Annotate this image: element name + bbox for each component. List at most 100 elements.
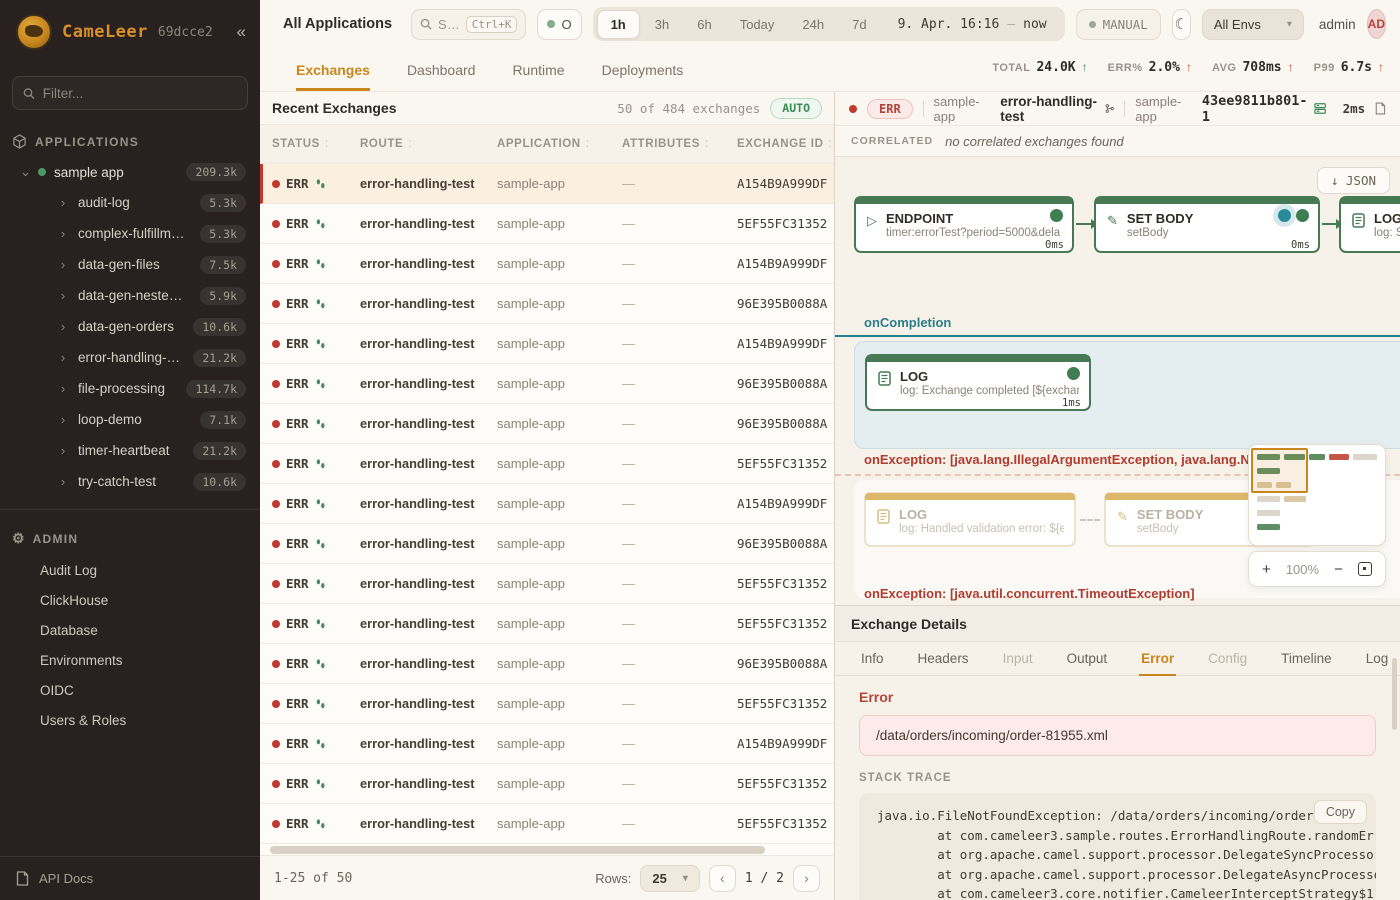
sidebar-route-audit-log[interactable]: ›audit-log5.3k (0, 187, 260, 218)
zoom-in-button[interactable]: + (1262, 561, 1271, 578)
date-range-display[interactable]: 9. Apr. 16:16 – now (882, 17, 1061, 32)
table-row[interactable]: ERRerror-handling-testsample-app—5EF55FC… (260, 564, 834, 604)
sidebar-item-database[interactable]: Database (0, 615, 260, 645)
global-search[interactable]: S… Ctrl+K (411, 9, 526, 40)
flow-node-log[interactable]: LOG log: Sta (1339, 196, 1400, 253)
time-range-24h[interactable]: 24h (789, 11, 837, 38)
flow-node-setbody[interactable]: ✎ SET BODY setBody 0ms (1094, 196, 1320, 253)
auto-refresh-badge[interactable]: AUTO (770, 98, 822, 119)
detail-tab-error[interactable]: Error (1139, 642, 1176, 676)
sidebar-item-environments[interactable]: Environments (0, 645, 260, 675)
exchange-id-cell: 96E395B0088A (737, 376, 834, 391)
rows-per-page-select[interactable]: 25 ▾ (640, 865, 700, 892)
table-row[interactable]: ERRerror-handling-testsample-app—A154B9A… (260, 724, 834, 764)
avatar[interactable]: AD (1367, 9, 1386, 39)
table-row[interactable]: ERRerror-handling-testsample-app—96E395B… (260, 284, 834, 324)
online-status-button[interactable]: O (537, 9, 581, 40)
column-header-status[interactable]: STATUS: (272, 138, 360, 150)
sidebar-item-oidc[interactable]: OIDC (0, 675, 260, 705)
scrollbar-thumb[interactable] (270, 846, 765, 854)
sidebar-route-data-gen-files[interactable]: ›data-gen-files7.5k (0, 249, 260, 280)
tab-dashboard[interactable]: Dashboard (407, 48, 476, 91)
document-icon[interactable] (1375, 101, 1386, 116)
fit-view-button[interactable] (1358, 562, 1372, 576)
sidebar-route-data-gen-neste[interactable]: ›data-gen-neste…5.9k (0, 280, 260, 311)
download-json-button[interactable]: ↓ JSON (1317, 167, 1390, 194)
table-row[interactable]: ERRerror-handling-testsample-app—5EF55FC… (260, 804, 834, 844)
application-cell: sample-app (497, 416, 622, 431)
detail-route-name[interactable]: error-handling-test (1000, 94, 1114, 124)
detail-tab-headers[interactable]: Headers (916, 642, 971, 676)
detail-tab-config[interactable]: Config (1206, 642, 1249, 676)
column-header-attributes[interactable]: ATTRIBUTES: (622, 138, 737, 150)
sidebar-filter[interactable] (12, 76, 248, 110)
time-range-7d[interactable]: 7d (839, 11, 879, 38)
detail-tab-output[interactable]: Output (1065, 642, 1110, 676)
sidebar-route-complex-fulfillm[interactable]: ›complex-fulfillm…5.3k (0, 218, 260, 249)
environment-select[interactable]: All Envs ▾ (1202, 9, 1304, 40)
error-dot (272, 780, 280, 788)
table-row[interactable]: ERRerror-handling-testsample-app—96E395B… (260, 364, 834, 404)
table-row[interactable]: ERRerror-handling-testsample-app—96E395B… (260, 644, 834, 684)
table-row[interactable]: ERRerror-handling-testsample-app—96E395B… (260, 524, 834, 564)
detail-tab-timeline[interactable]: Timeline (1279, 642, 1334, 676)
table-row[interactable]: ERRerror-handling-testsample-app—96E395B… (260, 404, 834, 444)
footprints-icon (315, 178, 326, 190)
caret-down-icon: ▾ (1287, 19, 1292, 30)
flow-node-endpoint[interactable]: ▷ ENDPOINT timer:errorTest?period=5000&d… (854, 196, 1074, 253)
table-row[interactable]: ERRerror-handling-testsample-app—A154B9A… (260, 164, 834, 204)
sidebar-route-error-handling[interactable]: ›error-handling-…21.2k (0, 342, 260, 373)
detail-tab-info[interactable]: Info (859, 642, 886, 676)
application-cell: sample-app (497, 256, 622, 271)
exchange-id[interactable]: 43ee9811b801-1 (1202, 93, 1327, 125)
detail-tab-input[interactable]: Input (1001, 642, 1035, 676)
sidebar-route-loop-demo[interactable]: ›loop-demo7.1k (0, 404, 260, 435)
details-scrollbar[interactable] (1392, 658, 1397, 730)
tab-runtime[interactable]: Runtime (512, 48, 564, 91)
sidebar-app-sample-app[interactable]: ⌄ sample app 209.3k (0, 157, 260, 187)
dark-mode-toggle[interactable]: ☾ (1172, 9, 1191, 40)
table-row[interactable]: ERRerror-handling-testsample-app—5EF55FC… (260, 764, 834, 804)
time-range-today[interactable]: Today (727, 11, 788, 38)
table-row[interactable]: ERRerror-handling-testsample-app—A154B9A… (260, 324, 834, 364)
table-row[interactable]: ERRerror-handling-testsample-app—A154B9A… (260, 244, 834, 284)
table-row[interactable]: ERRerror-handling-testsample-app—5EF55FC… (260, 684, 834, 724)
table-row[interactable]: ERRerror-handling-testsample-app—5EF55FC… (260, 204, 834, 244)
tab-exchanges[interactable]: Exchanges (296, 48, 370, 91)
filter-input[interactable] (43, 86, 237, 101)
column-header-exchange-id[interactable]: EXCHANGE ID: (737, 138, 834, 150)
stats-bar: TOTAL24.0K↑ERR%2.0%↑AVG708ms↑P996.7s↑ (992, 48, 1384, 91)
sidebar-item-clickhouse[interactable]: ClickHouse (0, 585, 260, 615)
sidebar-collapse-icon[interactable]: « (237, 22, 246, 42)
table-row[interactable]: ERRerror-handling-testsample-app—5EF55FC… (260, 604, 834, 644)
prev-page-button[interactable]: ‹ (709, 865, 736, 892)
table-row[interactable]: ERRerror-handling-testsample-app—A154B9A… (260, 484, 834, 524)
copy-button[interactable]: Copy (1314, 800, 1367, 824)
zoom-out-button[interactable]: − (1334, 561, 1343, 578)
time-range-3h[interactable]: 3h (642, 11, 682, 38)
route-cell: error-handling-test (360, 816, 497, 831)
next-page-button[interactable]: › (793, 865, 820, 892)
minimap-viewport[interactable] (1251, 448, 1308, 493)
flow-node-oncompletion-log[interactable]: LOG log: Exchange completed [${exchan 1m… (865, 354, 1091, 411)
sidebar-route-try-catch-test[interactable]: ›try-catch-test10.6k (0, 466, 260, 497)
table-row[interactable]: ERRerror-handling-testsample-app—5EF55FC… (260, 444, 834, 484)
time-range-1h[interactable]: 1h (597, 10, 640, 39)
flow-minimap[interactable] (1248, 444, 1386, 546)
route-flow-canvas[interactable]: ↓ JSON ▷ ENDPOINT timer:errorTest?period… (835, 157, 1400, 605)
status-cell: ERR (272, 776, 360, 791)
sidebar-route-timer-heartbeat[interactable]: ›timer-heartbeat21.2k (0, 435, 260, 466)
flow-node-exception-log[interactable]: LOG log: Handled validation error: ${exc… (864, 492, 1076, 547)
detail-tab-log[interactable]: Log (1364, 642, 1391, 676)
manual-refresh-button[interactable]: MANUAL (1076, 9, 1161, 40)
column-header-route[interactable]: ROUTE: (360, 138, 497, 150)
column-header-application[interactable]: APPLICATION: (497, 138, 622, 150)
tab-deployments[interactable]: Deployments (602, 48, 684, 91)
route-cell: error-handling-test (360, 496, 497, 511)
sidebar-item-audit-log[interactable]: Audit Log (0, 555, 260, 585)
sidebar-route-data-gen-orders[interactable]: ›data-gen-orders10.6k (0, 311, 260, 342)
time-range-6h[interactable]: 6h (684, 11, 724, 38)
sidebar-route-file-processing[interactable]: ›file-processing114.7k (0, 373, 260, 404)
sidebar-item-users-roles[interactable]: Users & Roles (0, 705, 260, 735)
sidebar-item-api-docs[interactable]: API Docs (0, 856, 260, 900)
